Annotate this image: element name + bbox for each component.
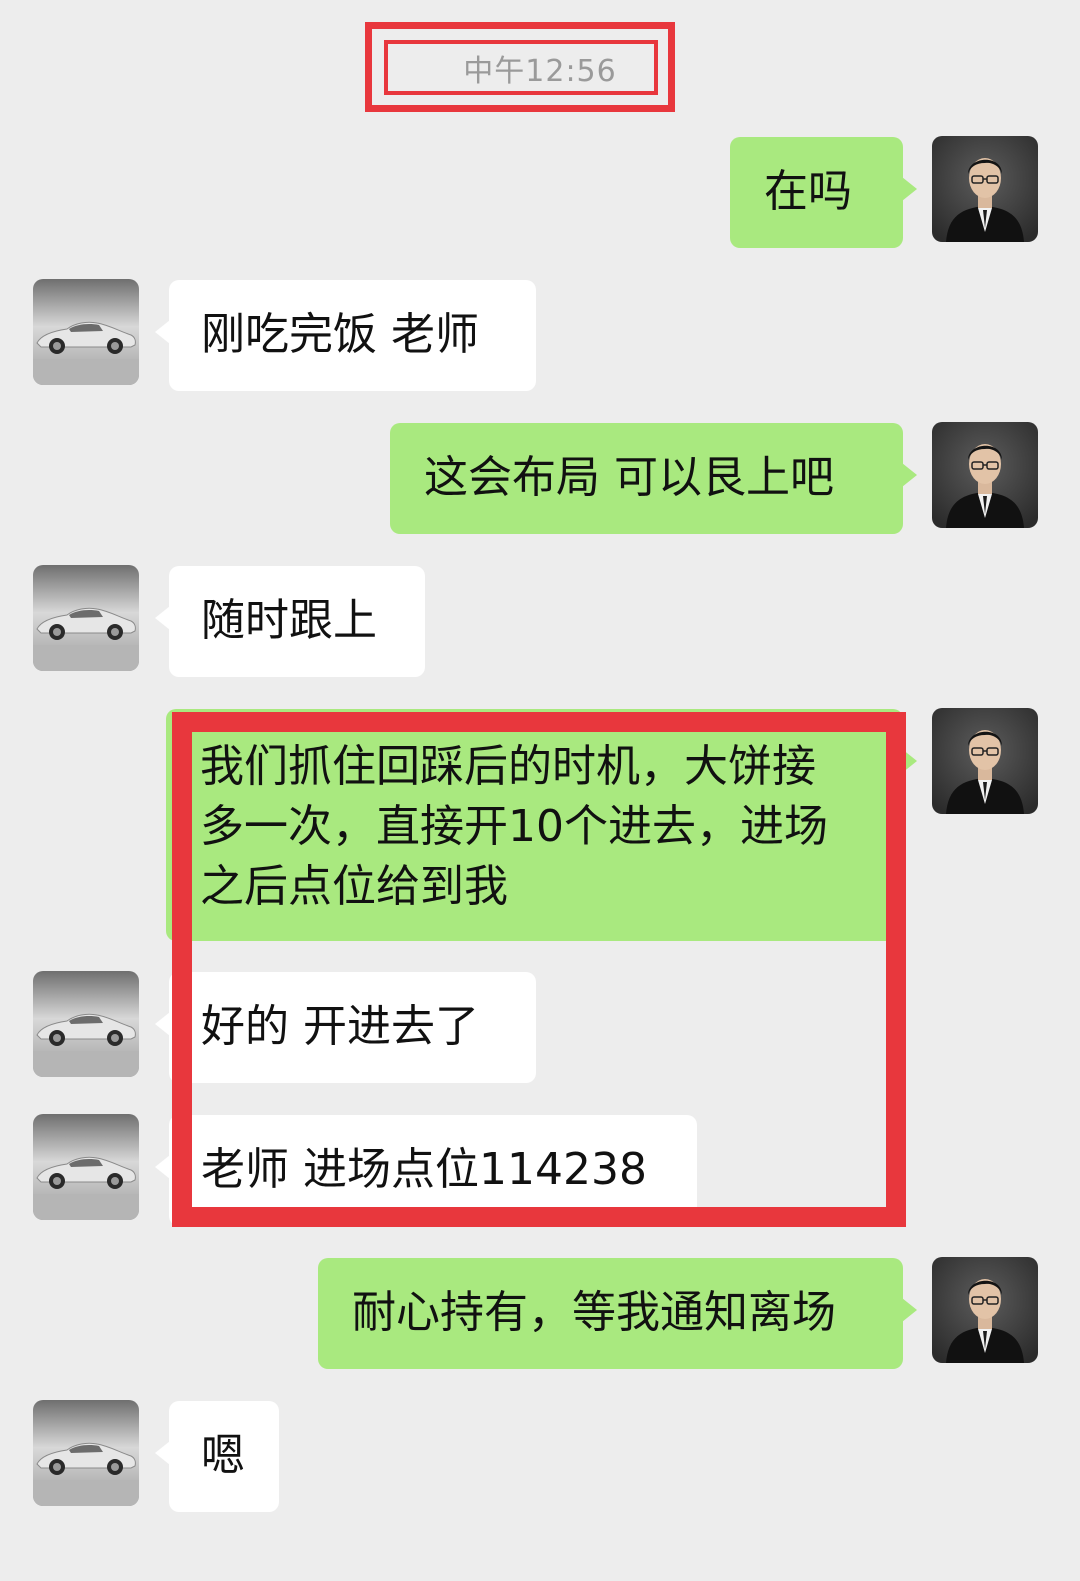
sports-car-avatar-icon xyxy=(33,279,139,385)
message-bubble-me[interactable]: 这会布局 可以艮上吧 xyxy=(390,423,917,534)
sports-car-avatar-icon xyxy=(33,971,139,1077)
man-in-suit-avatar-icon xyxy=(932,708,1038,814)
message-bubble-me[interactable]: 在吗 xyxy=(730,137,917,248)
sports-car-avatar-icon xyxy=(33,565,139,671)
contact-avatar[interactable] xyxy=(33,565,139,671)
my-avatar[interactable] xyxy=(932,422,1038,528)
messages-highlight-inner xyxy=(189,729,889,1210)
messages-highlight-box xyxy=(172,712,906,1227)
contact-avatar[interactable] xyxy=(33,1114,139,1220)
sports-car-avatar-icon xyxy=(33,1114,139,1220)
man-in-suit-avatar-icon xyxy=(932,136,1038,242)
man-in-suit-avatar-icon xyxy=(932,422,1038,528)
my-avatar[interactable] xyxy=(932,136,1038,242)
message-bubble-them[interactable]: 嗯 xyxy=(155,1401,279,1512)
contact-avatar[interactable] xyxy=(33,279,139,385)
man-in-suit-avatar-icon xyxy=(932,1257,1038,1363)
contact-avatar[interactable] xyxy=(33,1400,139,1506)
my-avatar[interactable] xyxy=(932,1257,1038,1363)
my-avatar[interactable] xyxy=(932,708,1038,814)
message-bubble-me[interactable]: 耐心持有，等我通知离场 xyxy=(318,1258,917,1369)
message-bubble-them[interactable]: 刚吃完饭 老师 xyxy=(155,280,536,391)
sports-car-avatar-icon xyxy=(33,1400,139,1506)
contact-avatar[interactable] xyxy=(33,971,139,1077)
chat-timestamp: 中午12:56 xyxy=(463,54,617,89)
message-bubble-them[interactable]: 随时跟上 xyxy=(155,566,425,677)
